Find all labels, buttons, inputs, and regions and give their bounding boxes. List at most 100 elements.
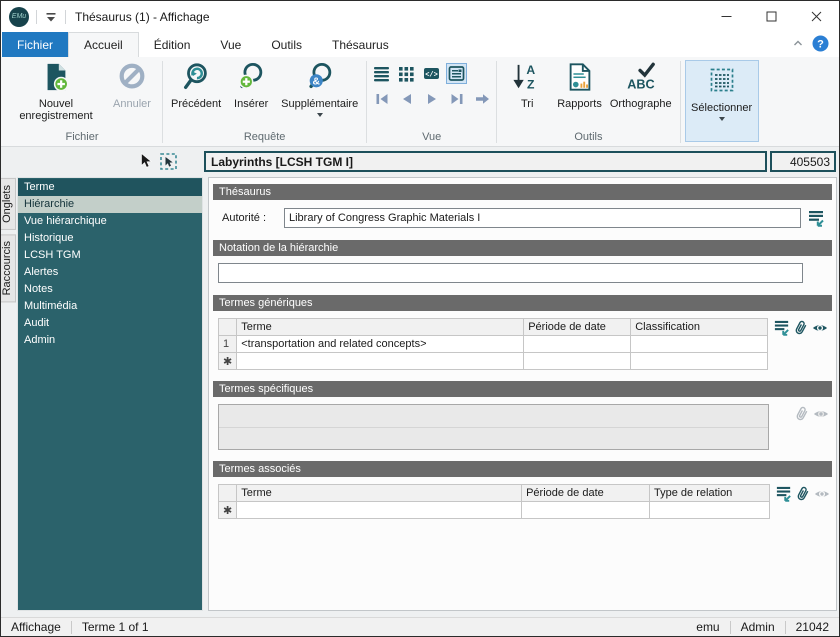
attach-icon[interactable] — [794, 485, 812, 506]
cell-terme[interactable] — [236, 352, 525, 370]
details-view-button[interactable] — [446, 63, 468, 84]
collapse-ribbon-icon[interactable] — [792, 37, 804, 52]
cell-type-relation[interactable] — [649, 501, 770, 519]
ribbon-separator — [162, 61, 163, 143]
sidebar-item-hierarchie[interactable]: Hiérarchie — [18, 196, 202, 213]
sidebar-item-admin[interactable]: Admin — [18, 332, 202, 349]
next-record-button[interactable] — [421, 88, 442, 109]
cell-classification[interactable] — [630, 335, 769, 353]
sidebar-item-notes[interactable]: Notes — [18, 281, 202, 298]
ribbon-group-outils: A Z Tri Rapports ABC Orthographe Outils — [498, 58, 678, 146]
list-view-button[interactable] — [371, 63, 392, 84]
goto-record-button[interactable] — [471, 88, 492, 109]
section-header-thesaurus: Thésaurus — [213, 184, 832, 200]
sidebar-item-lcsh-tgm[interactable]: LCSH TGM — [18, 247, 202, 264]
cell-terme[interactable] — [236, 501, 523, 519]
column-header-periode[interactable]: Période de date — [521, 484, 651, 502]
specific-terms-block — [212, 400, 833, 458]
xml-view-button[interactable]: </> — [421, 63, 442, 84]
sidebar: Terme Hiérarchie Vue hiérarchique Histor… — [17, 177, 203, 611]
reports-button[interactable]: Rapports — [553, 59, 606, 110]
record-title-bar: Labyrinths [LCSH TGM I] — [204, 151, 767, 172]
tab-thesaurus[interactable]: Thésaurus — [317, 32, 404, 57]
status-user: emu — [696, 620, 720, 634]
associated-terms-table[interactable]: Terme Période de date Type de relation ✱ — [217, 484, 770, 519]
additional-query-button[interactable]: & Supplémentaire — [277, 59, 362, 117]
cancel-button[interactable]: Annuler — [106, 59, 158, 110]
column-header-terme[interactable]: Terme — [236, 484, 523, 502]
sidebar-item-audit[interactable]: Audit — [18, 315, 202, 332]
status-record-position: Terme 1 of 1 — [81, 620, 149, 634]
ribbon-group-selectionner: Sélectionner — [682, 58, 762, 146]
new-row[interactable]: ✱ — [217, 501, 770, 519]
sidebar-item-multimedia[interactable]: Multimédia — [18, 298, 202, 315]
select-region-icon[interactable] — [160, 153, 177, 170]
notation-input[interactable] — [218, 263, 803, 283]
tab-outils[interactable]: Outils — [256, 32, 317, 57]
lookup-list-icon[interactable] — [775, 485, 793, 506]
xml-view-icon: </> — [424, 68, 440, 79]
tab-accueil[interactable]: Accueil — [68, 32, 139, 57]
quick-access-customize-icon[interactable] — [44, 10, 58, 24]
cell-periode[interactable] — [521, 501, 651, 519]
new-row-marker: ✱ — [217, 501, 238, 519]
spelling-button[interactable]: ABC Orthographe — [606, 59, 676, 110]
view-attachment-icon-disabled — [812, 405, 830, 426]
select-label: Sélectionner — [691, 102, 753, 114]
maximize-button[interactable] — [749, 1, 794, 32]
details-view-icon — [448, 66, 465, 81]
cell-terme[interactable]: <transportation and related concepts> — [236, 335, 525, 353]
main-panel: Thésaurus Autorité : Notation de la hiér… — [208, 177, 837, 611]
additional-query-icon: & — [305, 62, 335, 95]
help-icon[interactable]: ? — [812, 35, 829, 55]
sidebar-item-alertes[interactable]: Alertes — [18, 264, 202, 281]
side-tab-raccourcis[interactable]: Raccourcis — [1, 233, 16, 303]
column-header-periode[interactable]: Période de date — [523, 318, 632, 336]
svg-text:ABC: ABC — [627, 77, 654, 91]
first-record-button[interactable] — [371, 88, 392, 109]
tab-vue[interactable]: Vue — [205, 32, 256, 57]
insert-button[interactable]: Insérer — [225, 59, 277, 110]
previous-query-button[interactable]: Précédent — [167, 59, 225, 110]
svg-text:?: ? — [817, 38, 824, 50]
authority-input[interactable] — [284, 208, 801, 228]
attach-icon[interactable] — [792, 319, 810, 340]
titlebar-separator — [65, 9, 66, 24]
new-row[interactable]: ✱ — [217, 352, 769, 370]
group-label-vue: Vue — [422, 131, 442, 143]
table-row[interactable]: 1 <transportation and related concepts> — [217, 335, 769, 353]
contact-sheet-view-button[interactable] — [396, 63, 417, 84]
ribbon-separator — [496, 61, 498, 143]
ribbon: Nouvel enregistrement Annuler Fichier Pr… — [1, 57, 839, 147]
close-button[interactable] — [794, 1, 839, 32]
tab-fichier[interactable]: Fichier — [2, 32, 69, 57]
sidebar-item-vue-hierarchique[interactable]: Vue hiérarchique — [18, 213, 202, 230]
column-header-type-relation[interactable]: Type de relation — [649, 484, 770, 502]
last-record-button[interactable] — [446, 88, 467, 109]
chevron-down-icon — [316, 113, 323, 117]
previous-record-button[interactable] — [396, 88, 417, 109]
sidebar-item-terme[interactable]: Terme — [18, 179, 202, 196]
select-button[interactable]: Sélectionner — [684, 60, 759, 142]
column-header-classification[interactable]: Classification — [630, 318, 769, 336]
cell-classification[interactable] — [630, 352, 769, 370]
new-record-button[interactable]: Nouvel enregistrement — [6, 59, 106, 122]
column-header-terme[interactable]: Terme — [236, 318, 525, 336]
generic-terms-table[interactable]: Terme Période de date Classification 1 <… — [217, 318, 769, 370]
svg-text:&: & — [312, 77, 320, 88]
side-tab-onglets[interactable]: Onglets — [1, 178, 16, 230]
lookup-list-icon[interactable] — [773, 319, 791, 340]
cell-periode[interactable] — [523, 352, 632, 370]
sort-button[interactable]: A Z Tri — [501, 59, 553, 110]
minimize-button[interactable] — [704, 1, 749, 32]
tab-edition[interactable]: Édition — [139, 32, 206, 57]
lookup-list-icon[interactable] — [801, 209, 831, 228]
new-row-marker: ✱ — [217, 352, 238, 370]
sidebar-item-historique[interactable]: Historique — [18, 230, 202, 247]
reports-label: Rapports — [557, 98, 602, 110]
status-group: Admin — [740, 620, 775, 634]
cell-periode[interactable] — [523, 335, 632, 353]
pointer-cursor-icon[interactable] — [138, 152, 155, 170]
titlebar: EMu Thésaurus (1) - Affichage — [1, 1, 839, 32]
view-attachment-icon[interactable] — [811, 319, 829, 340]
